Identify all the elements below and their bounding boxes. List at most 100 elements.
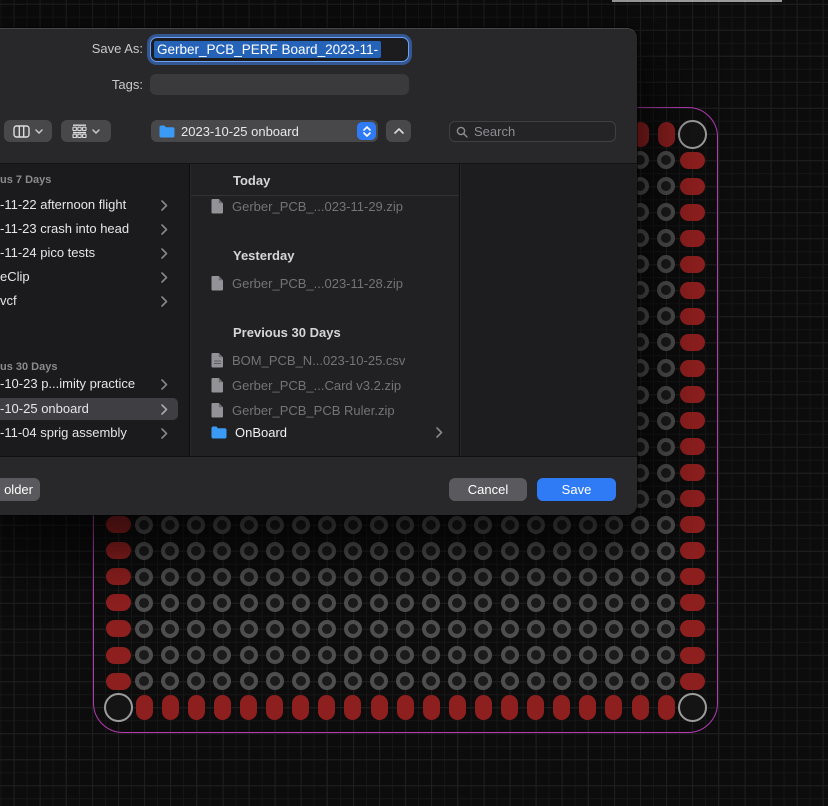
pcb-through-hole xyxy=(344,568,362,586)
pcb-through-hole xyxy=(266,542,284,560)
pcb-through-hole xyxy=(240,516,258,534)
pcb-pad xyxy=(397,695,414,720)
sidebar-item-label: eClip xyxy=(0,269,30,284)
search-input[interactable] xyxy=(472,123,609,140)
sidebar-item[interactable]: -11-22 afternoon flight xyxy=(0,194,178,216)
pcb-pad xyxy=(680,204,705,221)
pcb-through-hole xyxy=(370,672,388,690)
chevron-right-icon xyxy=(161,379,168,390)
sidebar-item[interactable]: eClip xyxy=(0,266,178,288)
pcb-through-hole xyxy=(527,672,545,690)
pcb-through-hole xyxy=(657,490,675,508)
pcb-pad xyxy=(106,673,131,690)
folder-row[interactable]: OnBoard xyxy=(191,420,459,444)
pcb-through-hole xyxy=(318,542,336,560)
pcb-pad xyxy=(240,695,257,720)
folder-popup-label: 2023-10-25 onboard xyxy=(181,124,357,139)
pcb-through-hole xyxy=(527,620,545,638)
group-by-button[interactable] xyxy=(61,120,111,142)
pcb-through-hole xyxy=(161,594,179,612)
sidebar-item[interactable]: -11-24 pico tests xyxy=(0,242,178,264)
screen: Save As: Gerber_PCB_PERF Board_2023-11- … xyxy=(0,0,828,806)
pcb-pad xyxy=(136,695,153,720)
file-row[interactable]: BOM_PCB_N...023-10-25.csv xyxy=(191,348,459,372)
sidebar-item[interactable]: -11-23 crash into head xyxy=(0,218,178,240)
chevron-right-icon xyxy=(161,272,168,283)
pcb-through-hole xyxy=(266,646,284,664)
save-button[interactable]: Save xyxy=(537,478,616,501)
pcb-pad xyxy=(106,516,131,533)
pcb-pad xyxy=(214,695,231,720)
pcb-through-hole xyxy=(657,542,675,560)
chevron-right-icon xyxy=(161,296,168,307)
pcb-pad xyxy=(188,695,205,720)
file-group-header: Today xyxy=(233,171,270,191)
pcb-through-hole xyxy=(501,516,519,534)
folder-popup[interactable]: 2023-10-25 onboard xyxy=(151,120,378,142)
pcb-through-hole xyxy=(344,620,362,638)
pcb-pad xyxy=(680,594,705,611)
pcb-through-hole xyxy=(135,516,153,534)
parent-folder-button[interactable] xyxy=(386,120,411,142)
pcb-pad xyxy=(680,438,705,455)
pcb-through-hole xyxy=(657,412,675,430)
pcb-pad xyxy=(344,695,361,720)
pcb-through-hole xyxy=(292,516,310,534)
sidebar-item[interactable]: -10-23 p...imity practice xyxy=(0,373,178,395)
pcb-through-hole xyxy=(605,620,623,638)
cancel-button[interactable]: Cancel xyxy=(449,478,527,501)
pcb-through-hole xyxy=(657,646,675,664)
sidebar-item-selected[interactable]: -10-25 onboard xyxy=(0,398,178,420)
pcb-through-hole xyxy=(344,542,362,560)
pcb-through-hole xyxy=(527,542,545,560)
sidebar-item-label: vcf xyxy=(0,293,17,308)
pcb-through-hole xyxy=(318,620,336,638)
sidebar-item[interactable]: vcf xyxy=(0,290,178,312)
sidebar-item[interactable]: -11-04 sprig assembly xyxy=(0,422,178,444)
file-row[interactable]: Gerber_PCB_...Card v3.2.zip xyxy=(191,373,459,397)
pcb-through-hole xyxy=(657,386,675,404)
file-row[interactable]: Gerber_PCB_...023-11-28.zip xyxy=(191,271,459,295)
pcb-through-hole xyxy=(370,516,388,534)
pcb-pad xyxy=(680,230,705,247)
sidebar-item-label: -10-23 p...imity practice xyxy=(0,376,135,391)
pcb-through-hole xyxy=(292,672,310,690)
window-edge-highlight xyxy=(612,0,782,2)
pcb-through-hole xyxy=(292,646,310,664)
folder-name: OnBoard xyxy=(235,425,287,440)
pcb-through-hole xyxy=(527,516,545,534)
tags-input[interactable] xyxy=(150,74,409,95)
pcb-through-hole xyxy=(422,620,440,638)
pcb-through-hole xyxy=(370,646,388,664)
pcb-through-hole xyxy=(527,646,545,664)
search-field[interactable] xyxy=(449,121,616,142)
pcb-through-hole xyxy=(579,516,597,534)
pcb-pad xyxy=(605,695,622,720)
new-folder-button[interactable]: older xyxy=(0,478,40,501)
chevron-down-icon xyxy=(92,129,100,134)
pcb-pad xyxy=(658,122,675,147)
divider xyxy=(0,456,637,457)
pcb-through-hole xyxy=(631,542,649,560)
pcb-mounting-hole xyxy=(104,693,133,722)
pcb-through-hole xyxy=(631,516,649,534)
pcb-pad xyxy=(106,568,131,585)
view-mode-button[interactable] xyxy=(4,120,52,142)
save-as-input[interactable]: Gerber_PCB_PERF Board_2023-11- xyxy=(150,37,409,62)
sidebar-item-label: -11-24 pico tests xyxy=(0,245,95,260)
pcb-pad xyxy=(292,695,309,720)
pcb-pad xyxy=(680,178,705,195)
pcb-through-hole xyxy=(135,594,153,612)
pcb-through-hole xyxy=(657,568,675,586)
pcb-through-hole xyxy=(161,516,179,534)
pcb-pad xyxy=(680,516,705,533)
pcb-through-hole xyxy=(318,646,336,664)
file-row[interactable]: Gerber_PCB_...023-11-29.zip xyxy=(191,194,459,218)
pcb-pad xyxy=(680,386,705,403)
pcb-through-hole xyxy=(135,542,153,560)
file-name: Gerber_PCB_...023-11-28.zip xyxy=(232,276,403,291)
file-row[interactable]: Gerber_PCB_PCB Ruler.zip xyxy=(191,398,459,422)
pcb-through-hole xyxy=(266,672,284,690)
pcb-through-hole xyxy=(527,568,545,586)
chevron-right-icon xyxy=(161,224,168,235)
